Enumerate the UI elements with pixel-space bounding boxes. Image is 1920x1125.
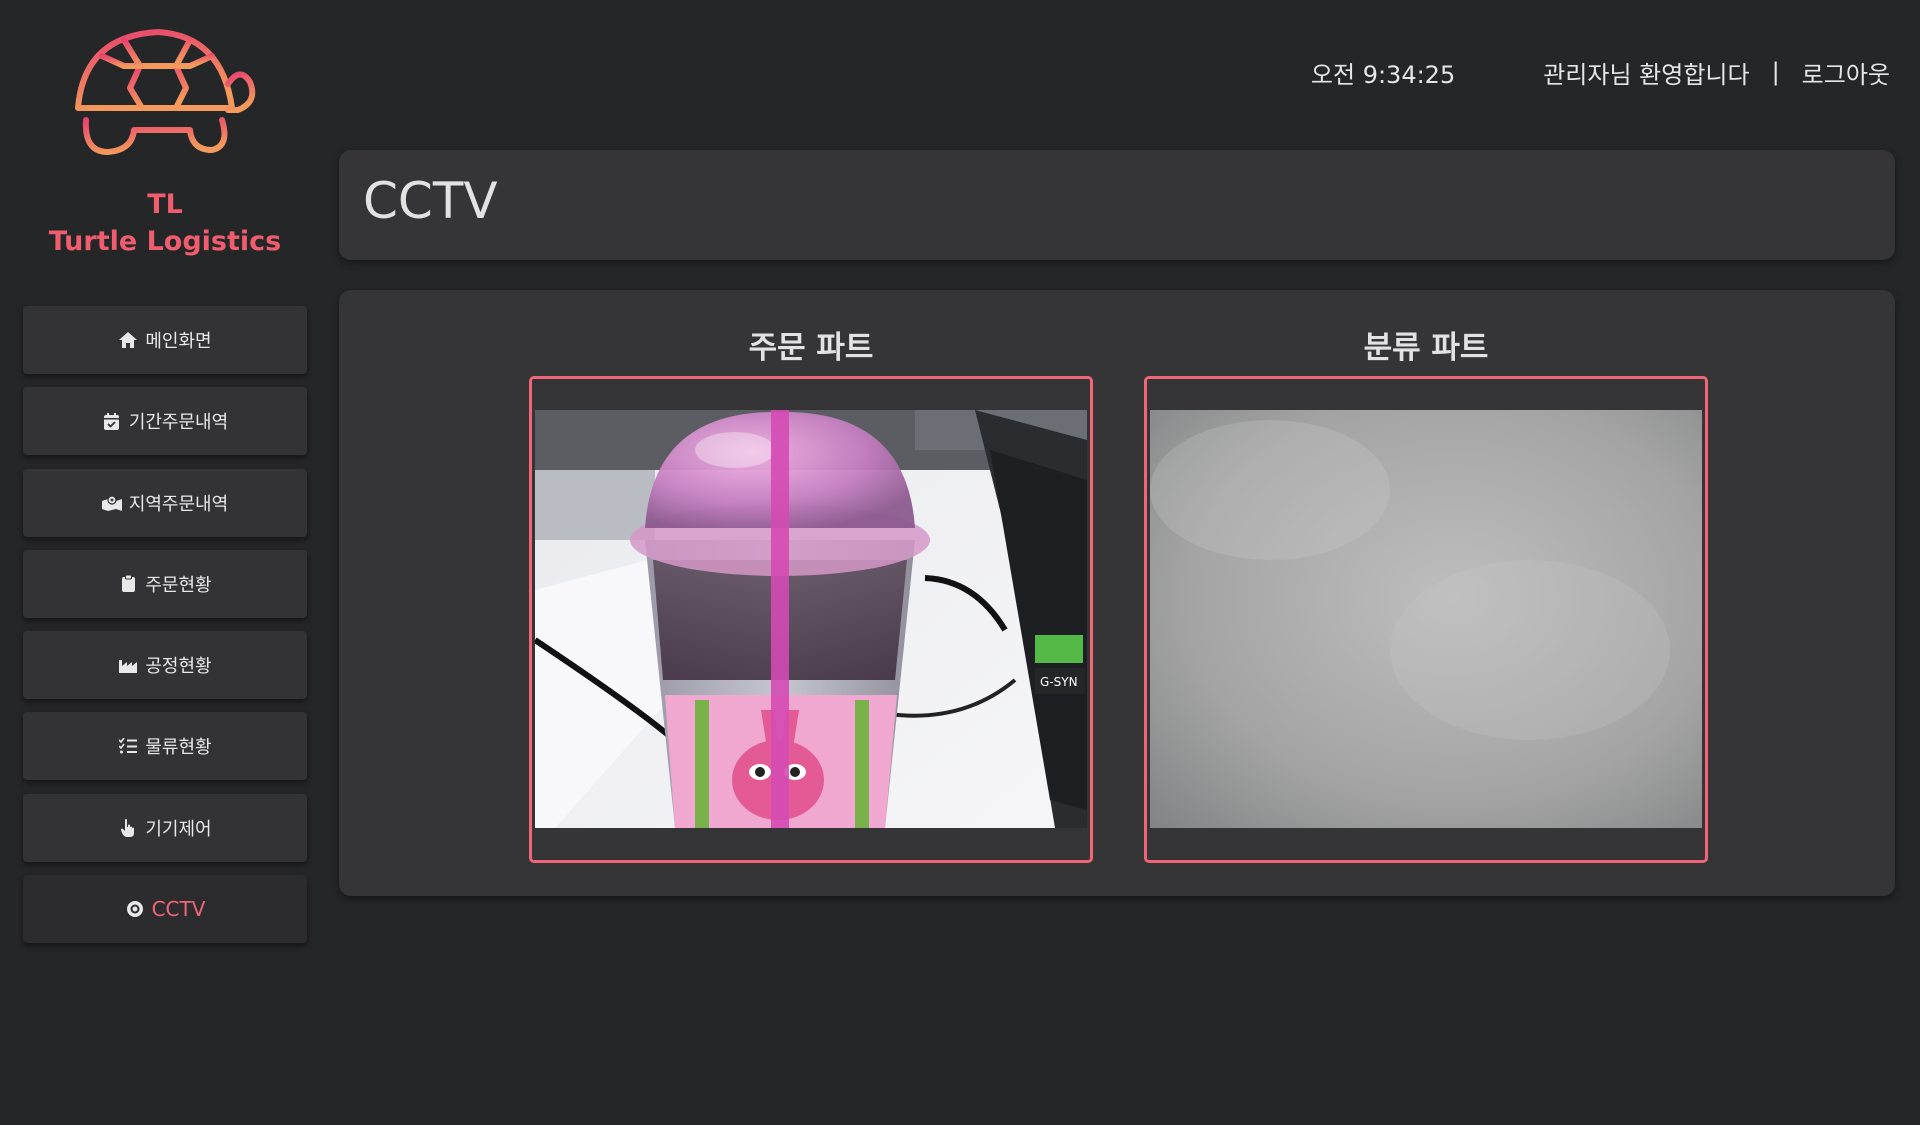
- map-marked-icon: [101, 493, 122, 513]
- camera-order-part: 주문 파트 G-SYN: [529, 326, 1093, 863]
- camera-feed-image: [1150, 410, 1702, 828]
- nav-label: 물류현황: [145, 737, 212, 759]
- home-icon: [118, 330, 138, 350]
- sidebar-nav: 메인화면 기간주문내역 지역주문내역 주문현황 공정현황 물류현황 기기제어 C…: [23, 306, 307, 956]
- page-title: CCTV: [363, 172, 498, 230]
- nav-item-logistics-status[interactable]: 물류현황: [23, 712, 307, 781]
- nav-item-cctv[interactable]: CCTV: [23, 875, 307, 944]
- sidebar: TL Turtle Logistics 메인화면 기간주문내역 지역주문내역 주…: [0, 0, 330, 1125]
- nav-label: 주문현황: [145, 574, 212, 596]
- nav-item-process-status[interactable]: 공정현황: [23, 631, 307, 700]
- clipboard-icon: [118, 574, 138, 594]
- nav-label: 기간주문내역: [128, 412, 229, 434]
- top-bar: 오전 9:34:25 관리자님 환영합니다 | 로그아웃: [1311, 54, 1890, 90]
- header-separator: |: [1771, 58, 1780, 86]
- nav-item-period-orders[interactable]: 기간주문내역: [23, 387, 307, 456]
- nav-item-order-status[interactable]: 주문현황: [23, 549, 307, 618]
- logout-link[interactable]: 로그아웃: [1802, 55, 1890, 90]
- industry-icon: [118, 655, 138, 675]
- nav-label: CCTV: [151, 897, 206, 922]
- camera-frame[interactable]: G-SYN: [529, 376, 1093, 863]
- welcome-text: 관리자님 환영합니다: [1543, 60, 1750, 89]
- nav-label: 메인화면: [145, 331, 212, 352]
- brand-full-name: Turtle Logistics: [48, 226, 282, 257]
- camera-label: 분류 파트: [1363, 330, 1489, 366]
- clock: 오전 9:34:25: [1310, 60, 1456, 89]
- camera-lens-icon: [125, 899, 145, 919]
- camera-feed-image: G-SYN: [535, 410, 1087, 828]
- nav-item-region-orders[interactable]: 지역주문내역: [23, 468, 307, 537]
- calendar-check-icon: [102, 411, 122, 431]
- nav-label: 공정현황: [145, 656, 212, 678]
- nav-item-main[interactable]: 메인화면: [23, 306, 307, 374]
- brand-name: TL Turtle Logistics: [0, 186, 330, 260]
- camera-label: 주문 파트: [748, 330, 874, 366]
- nav-label: 지역주문내역: [128, 493, 229, 515]
- nav-item-device-control[interactable]: 기기제어: [23, 793, 307, 862]
- camera-frame[interactable]: [1144, 376, 1708, 863]
- list-check-icon: [118, 736, 138, 756]
- page-title-card: CCTV: [339, 150, 1895, 260]
- camera-sort-part: 분류 파트: [1144, 326, 1708, 863]
- svg-text:G-SYN: G-SYN: [1040, 675, 1078, 689]
- turtle-logo[interactable]: [71, 26, 258, 158]
- nav-label: 기기제어: [145, 818, 212, 840]
- hand-pointer-icon: [118, 818, 138, 838]
- cctv-panel: 주문 파트 G-SYN 분류 파트: [339, 290, 1895, 896]
- brand-abbr: TL: [147, 189, 183, 220]
